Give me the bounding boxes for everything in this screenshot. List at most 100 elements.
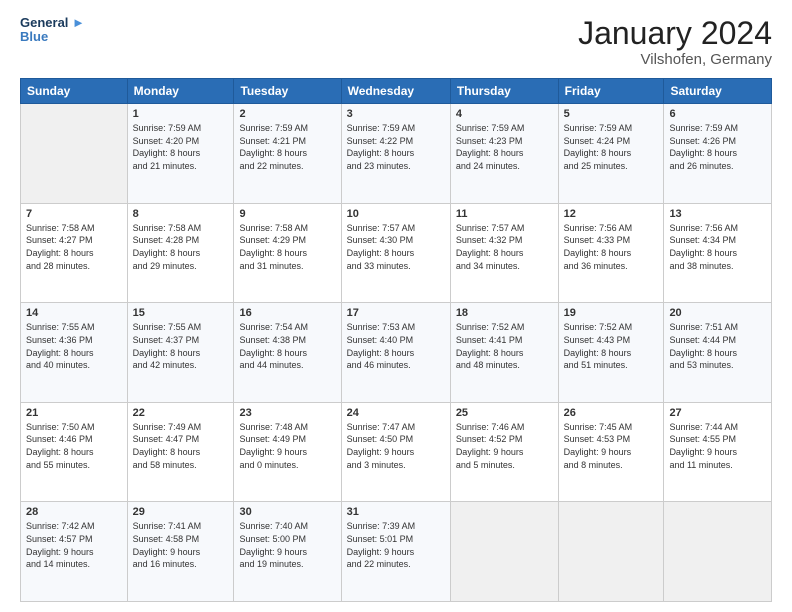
calendar-cell: 20 Sunrise: 7:51 AM Sunset: 4:44 PM Dayli… [664,303,772,403]
day-info: Sunrise: 7:46 AM Sunset: 4:52 PM Dayligh… [456,421,553,471]
calendar-cell: 9Sunrise: 7:58 AM Sunset: 4:29 PM Daylig… [234,203,341,303]
calendar-cell: 26Sunrise: 7:45 AM Sunset: 4:53 PM Dayli… [558,402,664,502]
day-info: Sunrise: 7:59 AM Sunset: 4:26 PM Dayligh… [669,122,766,172]
calendar-cell: 6 Sunrise: 7:59 AM Sunset: 4:26 PM Daylig… [664,104,772,204]
weekday-header-tuesday: Tuesday [234,79,341,104]
day-info: Sunrise: 7:59 AM Sunset: 4:21 PM Dayligh… [239,122,335,172]
day-info: Sunrise: 7:54 AM Sunset: 4:38 PM Dayligh… [239,321,335,371]
calendar-cell: 17 Sunrise: 7:53 AM Sunset: 4:40 PM Dayli… [341,303,450,403]
weekday-header-friday: Friday [558,79,664,104]
day-number: 21 [26,407,122,419]
day-number: 19 [564,307,659,319]
day-info: Sunrise: 7:39 AM Sunset: 5:01 PM Dayligh… [347,520,445,570]
day-info: Sunrise: 7:41 AM Sunset: 4:58 PM Dayligh… [133,520,229,570]
day-number: 16 [239,307,335,319]
day-info: Sunrise: 7:47 AM Sunset: 4:50 PM Dayligh… [347,421,445,471]
day-number: 9 [239,208,335,220]
day-info: Sunrise: 7:56 AM Sunset: 4:33 PM Dayligh… [564,222,659,272]
calendar-cell: 29 Sunrise: 7:41 AM Sunset: 4:58 PM Dayli… [127,502,234,602]
day-number: 13 [669,208,766,220]
calendar-cell: 13 Sunrise: 7:56 AM Sunset: 4:34 PM Dayli… [664,203,772,303]
calendar-cell: 22 Sunrise: 7:49 AM Sunset: 4:47 PM Dayli… [127,402,234,502]
day-info: Sunrise: 7:59 AM Sunset: 4:24 PM Dayligh… [564,122,659,172]
calendar-cell: 10 Sunrise: 7:57 AM Sunset: 4:30 PM Dayli… [341,203,450,303]
day-info: Sunrise: 7:56 AM Sunset: 4:34 PM Dayligh… [669,222,766,272]
calendar-cell [664,502,772,602]
day-number: 3 [347,108,445,120]
day-number: 22 [133,407,229,419]
day-number: 20 [669,307,766,319]
calendar-cell: 5 Sunrise: 7:59 AM Sunset: 4:24 PM Daylig… [558,104,664,204]
calendar-cell: 3 Sunrise: 7:59 AM Sunset: 4:22 PM Daylig… [341,104,450,204]
day-number: 31 [347,506,445,518]
day-number: 27 [669,407,766,419]
day-number: 12 [564,208,659,220]
header: General ► Blue January 2024 Vilshofen, G… [20,16,772,68]
day-number: 18 [456,307,553,319]
calendar-cell: 12 Sunrise: 7:56 AM Sunset: 4:33 PM Dayli… [558,203,664,303]
location: Vilshofen, Germany [578,51,772,68]
day-number: 1 [133,108,229,120]
day-number: 29 [133,506,229,518]
day-info: Sunrise: 7:55 AM Sunset: 4:36 PM Dayligh… [26,321,122,371]
calendar-cell: 23 Sunrise: 7:48 AM Sunset: 4:49 PM Dayli… [234,402,341,502]
day-info: Sunrise: 7:45 AM Sunset: 4:53 PM Dayligh… [564,421,659,471]
day-info: Sunrise: 7:50 AM Sunset: 4:46 PM Dayligh… [26,421,122,471]
calendar-cell: 16 Sunrise: 7:54 AM Sunset: 4:38 PM Dayli… [234,303,341,403]
day-number: 5 [564,108,659,120]
calendar-cell: 27Sunrise: 7:44 AM Sunset: 4:55 PM Dayli… [664,402,772,502]
calendar-cell: 28Sunrise: 7:42 AM Sunset: 4:57 PM Dayli… [21,502,128,602]
calendar-cell: 19 Sunrise: 7:52 AM Sunset: 4:43 PM Dayli… [558,303,664,403]
calendar-cell: 8 Sunrise: 7:58 AM Sunset: 4:28 PM Daylig… [127,203,234,303]
day-number: 30 [239,506,335,518]
day-info: Sunrise: 7:58 AM Sunset: 4:28 PM Dayligh… [133,222,229,272]
day-info: Sunrise: 7:57 AM Sunset: 4:32 PM Dayligh… [456,222,553,272]
day-number: 10 [347,208,445,220]
logo: General ► Blue [20,16,85,45]
day-number: 8 [133,208,229,220]
weekday-header-sunday: Sunday [21,79,128,104]
day-number: 4 [456,108,553,120]
calendar-cell: 4 Sunrise: 7:59 AM Sunset: 4:23 PM Daylig… [450,104,558,204]
weekday-header-thursday: Thursday [450,79,558,104]
calendar-cell: 18Sunrise: 7:52 AM Sunset: 4:41 PM Dayli… [450,303,558,403]
day-info: Sunrise: 7:49 AM Sunset: 4:47 PM Dayligh… [133,421,229,471]
day-number: 11 [456,208,553,220]
calendar-cell [558,502,664,602]
calendar-cell: 7 Sunrise: 7:58 AM Sunset: 4:27 PM Daylig… [21,203,128,303]
calendar-cell: 15Sunrise: 7:55 AM Sunset: 4:37 PM Dayli… [127,303,234,403]
weekday-header-monday: Monday [127,79,234,104]
day-info: Sunrise: 7:59 AM Sunset: 4:20 PM Dayligh… [133,122,229,172]
weekday-header-saturday: Saturday [664,79,772,104]
month-title: January 2024 [578,16,772,51]
day-info: Sunrise: 7:52 AM Sunset: 4:43 PM Dayligh… [564,321,659,371]
calendar-cell: 2 Sunrise: 7:59 AM Sunset: 4:21 PM Daylig… [234,104,341,204]
calendar: SundayMondayTuesdayWednesdayThursdayFrid… [20,78,772,602]
day-number: 17 [347,307,445,319]
calendar-cell: 30 Sunrise: 7:40 AM Sunset: 5:00 PM Dayli… [234,502,341,602]
day-number: 24 [347,407,445,419]
calendar-cell [450,502,558,602]
day-number: 6 [669,108,766,120]
day-number: 14 [26,307,122,319]
day-info: Sunrise: 7:57 AM Sunset: 4:30 PM Dayligh… [347,222,445,272]
calendar-cell [21,104,128,204]
day-number: 25 [456,407,553,419]
day-info: Sunrise: 7:40 AM Sunset: 5:00 PM Dayligh… [239,520,335,570]
calendar-cell: 31 Sunrise: 7:39 AM Sunset: 5:01 PM Dayli… [341,502,450,602]
day-info: Sunrise: 7:51 AM Sunset: 4:44 PM Dayligh… [669,321,766,371]
day-info: Sunrise: 7:59 AM Sunset: 4:22 PM Dayligh… [347,122,445,172]
calendar-cell: 24 Sunrise: 7:47 AM Sunset: 4:50 PM Dayli… [341,402,450,502]
day-number: 7 [26,208,122,220]
calendar-cell: 11 Sunrise: 7:57 AM Sunset: 4:32 PM Dayli… [450,203,558,303]
weekday-header-wednesday: Wednesday [341,79,450,104]
day-number: 23 [239,407,335,419]
day-info: Sunrise: 7:58 AM Sunset: 4:27 PM Dayligh… [26,222,122,272]
day-info: Sunrise: 7:53 AM Sunset: 4:40 PM Dayligh… [347,321,445,371]
calendar-cell: 14 Sunrise: 7:55 AM Sunset: 4:36 PM Dayli… [21,303,128,403]
day-number: 2 [239,108,335,120]
day-info: Sunrise: 7:59 AM Sunset: 4:23 PM Dayligh… [456,122,553,172]
day-info: Sunrise: 7:48 AM Sunset: 4:49 PM Dayligh… [239,421,335,471]
day-info: Sunrise: 7:42 AM Sunset: 4:57 PM Dayligh… [26,520,122,570]
title-block: January 2024 Vilshofen, Germany [578,16,772,68]
